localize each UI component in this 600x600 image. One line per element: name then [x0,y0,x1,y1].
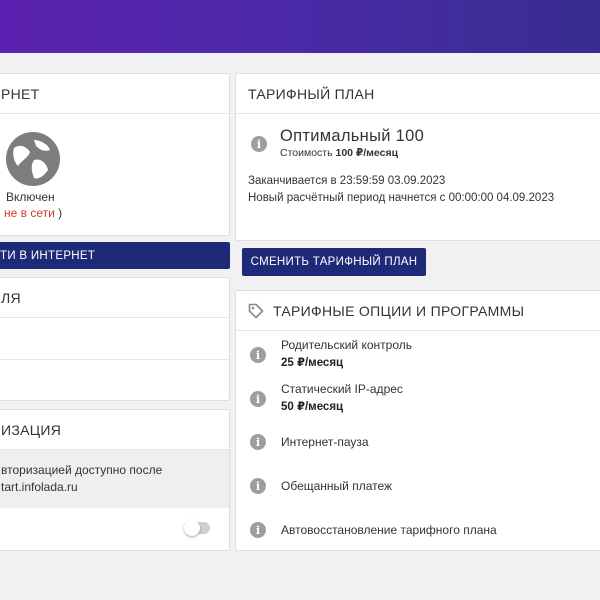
info-icon[interactable]: i [250,478,266,494]
online-status-value: не в сети [4,206,55,220]
tag-icon [248,303,264,318]
option-price: 50 ₽/месяц [281,401,344,413]
globe-icon [6,132,60,186]
tariff-options-title: ТАРИФНЫЕ ОПЦИИ И ПРОГРАММЫ [273,302,525,319]
plan-next-period: Новый расчётный период начнется с 00:00:… [248,192,555,204]
plan-name: Оптимальный 100 [280,127,425,145]
plan-cost-label: Стоимость [280,147,333,159]
plan-cost-value: 100 ₽/месяц [335,147,399,159]
authorization-note-line1: вторизацией доступно после [1,463,163,477]
parental-row-1[interactable] [0,318,229,360]
plan-expiry: Заканчивается в 23:59:59 03.09.2023 [248,175,446,187]
online-status-paren: ) [54,206,63,220]
option-name: Обещанный платеж [281,479,393,493]
authorization-note-line2: tart.infolada.ru [1,480,78,494]
info-icon[interactable]: i [250,434,266,450]
option-price: 25 ₽/месяц [281,357,344,369]
exit-internet-button[interactable]: ТИ В ИНТЕРНЕТ [0,242,230,269]
info-icon[interactable]: i [250,391,266,407]
option-name: Автовосстановление тарифного плана [281,523,497,537]
top-header-bar [0,0,600,53]
authorization-card: ИЗАЦИЯ вторизацией доступно после tart.i… [0,409,230,551]
info-icon[interactable]: i [251,136,267,152]
internet-online-status: не в сети ) [4,206,62,220]
parental-card: ЛЯ [0,277,230,401]
tariff-options-header: ТАРИФНЫЕ ОПЦИИ И ПРОГРАММЫ [236,291,600,331]
info-icon[interactable]: i [250,522,266,538]
authorization-toggle[interactable] [184,520,210,536]
authorization-note: вторизацией доступно после tart.infolada… [0,450,229,508]
internet-card-title: РНЕТ [0,74,229,114]
option-name: Статический IP-адрес [281,382,403,396]
tariff-plan-card: ТАРИФНЫЙ ПЛАН i Оптимальный 100 Стоимост… [235,73,600,241]
plan-cost: Стоимость 100 ₽/месяц [280,147,398,159]
option-name: Родительский контроль [281,338,412,352]
parental-row-2[interactable] [0,360,229,400]
change-tariff-button[interactable]: СМЕНИТЬ ТАРИФНЫЙ ПЛАН [242,248,426,276]
parental-card-title: ЛЯ [0,278,229,318]
option-name: Интернет-пауза [281,435,369,449]
tariff-plan-title: ТАРИФНЫЙ ПЛАН [236,74,600,114]
info-icon[interactable]: i [250,347,266,363]
internet-status: Включен [6,190,55,204]
authorization-card-title: ИЗАЦИЯ [0,410,229,450]
tariff-options-card: ТАРИФНЫЕ ОПЦИИ И ПРОГРАММЫ i Родительски… [235,290,600,551]
